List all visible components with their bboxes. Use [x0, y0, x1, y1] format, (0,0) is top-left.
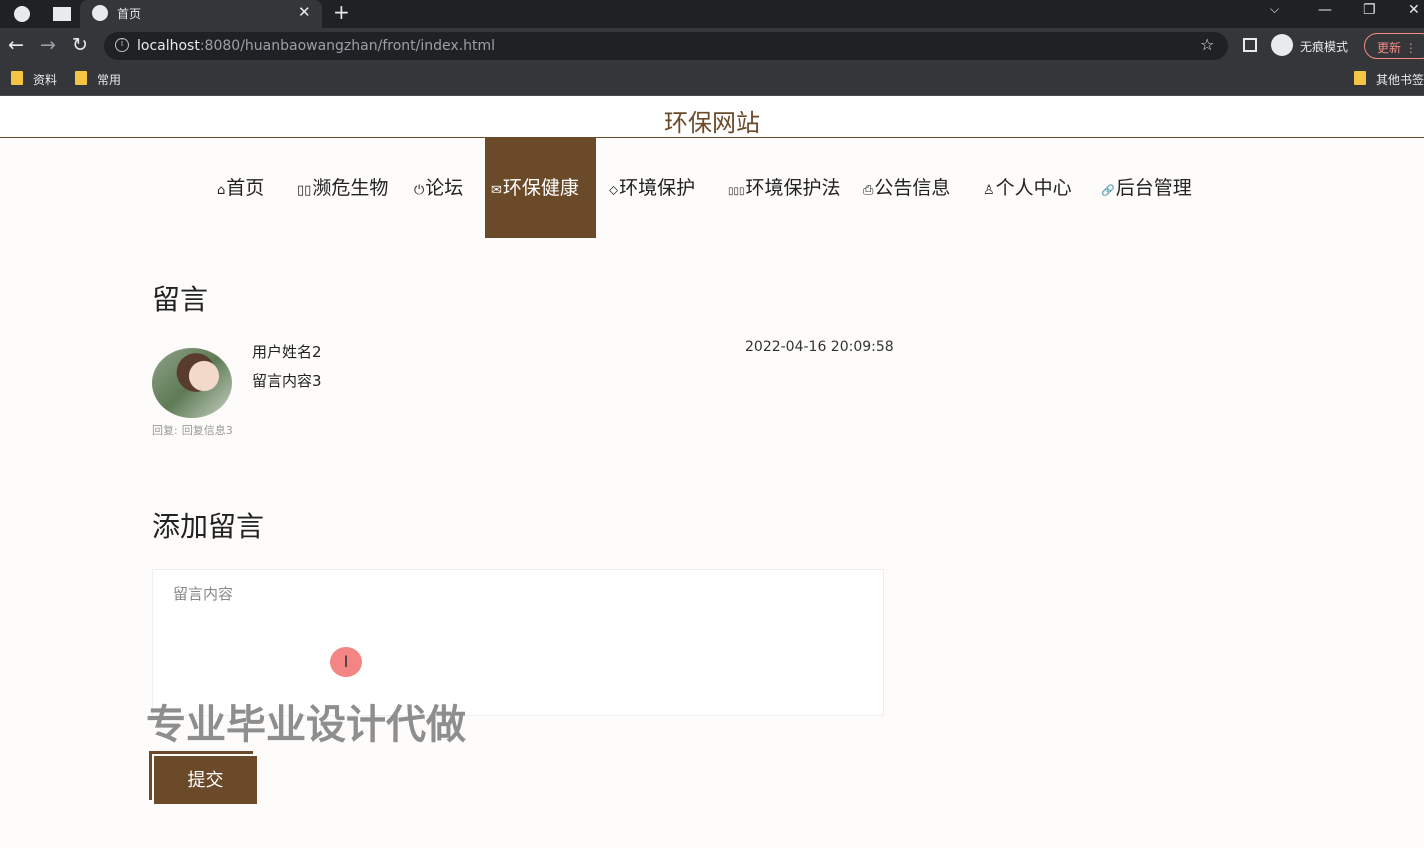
nav-label: 论坛 [425, 177, 464, 199]
incognito-icon [1271, 34, 1293, 56]
site-header: 环保网站 [0, 96, 1424, 138]
tab-title: 首页 [117, 7, 142, 21]
nav-item-admin[interactable]: 🔗后台管理 [1101, 138, 1192, 238]
back-arrow-icon[interactable]: ← [8, 34, 24, 56]
bookmarks-bar: 资料 常用 其他书签 [0, 64, 1424, 96]
restore-icon[interactable]: ❐ [1363, 2, 1376, 18]
reply-label: 回复: [152, 424, 178, 437]
message-content: 留言内容3 [252, 372, 322, 390]
nav-item-announcements[interactable]: ⎙公告信息 [863, 138, 950, 238]
main-nav: ⌂首页 ▯▯濒危生物 ⏻论坛 ✉环保健康 ⬦环境保护 ▯▯▯环境保护法 ⎙公告信… [0, 138, 1424, 238]
tab-close-icon[interactable]: ✕ [298, 3, 311, 21]
site-info-icon[interactable]: i [115, 38, 129, 52]
browser-tab-active[interactable]: 首页 ✕ [80, 0, 322, 28]
species-icon: ▯▯ [297, 183, 312, 198]
add-message-title: 添加留言 [152, 510, 265, 543]
mail-icon: ✉ [491, 183, 502, 198]
message-reply: 回复: 回复信息3 [152, 422, 237, 438]
nav-item-env-protection[interactable]: ⬦环境保护 [609, 138, 695, 238]
browser-toolbar: ← → ↻ i localhost:8080/huanbaowangzhan/f… [0, 28, 1424, 64]
bookmark-folder-ziliao[interactable]: 资料 [11, 71, 57, 88]
nav-item-forum[interactable]: ⏻论坛 [414, 138, 463, 238]
minimize-icon[interactable]: — [1318, 2, 1332, 18]
message-timestamp: 2022-04-16 20:09:58 [745, 339, 894, 355]
nav-label: 个人中心 [995, 177, 1072, 199]
nav-label: 濒危生物 [312, 177, 389, 199]
nav-label: 后台管理 [1115, 177, 1192, 199]
nav-item-home[interactable]: ⌂首页 [217, 138, 264, 238]
tab-favicon-globe-icon [92, 5, 108, 21]
message-user: 用户姓名2 [252, 343, 322, 361]
globe-icon[interactable] [14, 6, 30, 22]
messages-title: 留言 [152, 283, 209, 316]
bookmark-folder-other[interactable]: 其他书签 [1354, 71, 1424, 88]
nav-label: 环保健康 [502, 177, 579, 199]
nav-item-endangered-species[interactable]: ▯▯濒危生物 [297, 138, 388, 238]
incognito-label: 无痕模式 [1300, 40, 1349, 54]
reply-text: 回复信息3 [181, 424, 233, 437]
nav-label: 首页 [226, 177, 265, 199]
nav-item-env-law[interactable]: ▯▯▯环境保护法 [728, 138, 841, 238]
tag-icon: ⬦ [609, 183, 619, 198]
side-panel-icon[interactable] [1243, 38, 1257, 52]
nav-item-profile[interactable]: ♙个人中心 [983, 138, 1072, 238]
printer-icon: ⎙ [863, 183, 874, 198]
browser-tabbar: 首页 ✕ + ⌵ — ❐ ✕ [0, 0, 1424, 28]
user-icon: ♙ [983, 183, 995, 198]
avatar [152, 348, 232, 418]
grid-icon: ▯▯▯ [728, 186, 745, 197]
link-icon: 🔗 [1101, 184, 1115, 197]
nav-item-eco-health[interactable]: ✉环保健康 [485, 138, 596, 238]
url-text[interactable]: localhost:8080/huanbaowangzhan/front/ind… [137, 38, 495, 54]
site-title: 环保网站 [664, 109, 760, 137]
window-close-icon[interactable]: ✕ [1408, 2, 1420, 18]
bookmark-star-icon[interactable]: ☆ [1200, 35, 1214, 54]
bookmark-folder-changyong[interactable]: 常用 [75, 71, 121, 88]
submit-button[interactable]: 提交 [154, 756, 257, 804]
watermark-text: 专业毕业设计代做 [146, 702, 466, 748]
reload-icon[interactable]: ↻ [72, 34, 88, 56]
text-cursor-icon: I [330, 647, 362, 677]
home-icon: ⌂ [217, 183, 226, 198]
update-button[interactable]: 更新 ⋮ [1364, 33, 1424, 59]
nav-label: 环境保护 [619, 177, 696, 199]
nav-label: 环境保护法 [745, 177, 841, 199]
address-bar[interactable]: i localhost:8080/huanbaowangzhan/front/i… [104, 32, 1228, 60]
tab-list-icon[interactable] [53, 7, 71, 21]
new-tab-button[interactable]: + [333, 0, 350, 24]
forward-arrow-icon[interactable]: → [40, 34, 56, 56]
nav-label: 公告信息 [874, 177, 951, 199]
forum-icon: ⏻ [414, 183, 425, 198]
tab-search-chevron-icon[interactable]: ⌵ [1270, 2, 1279, 17]
